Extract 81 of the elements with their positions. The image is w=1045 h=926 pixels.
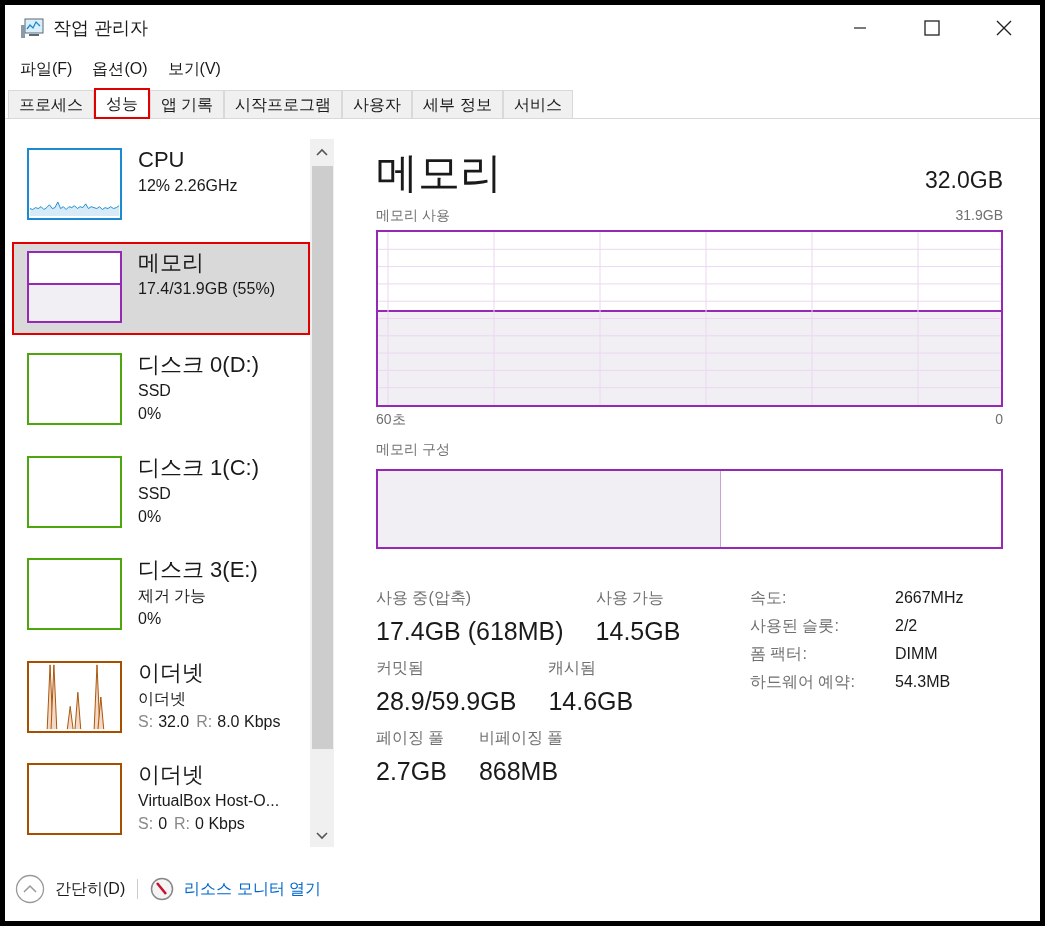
item-title: 디스크 3(E:): [138, 556, 258, 585]
stat-value: 868MB: [478, 756, 560, 787]
panel-title: 메모리: [376, 149, 502, 197]
stat-label: 사용 중(압축): [376, 588, 473, 608]
tab[interactable]: 서비스: [502, 90, 573, 118]
resource-monitor-link[interactable]: 리소스 모니터 열기: [184, 877, 322, 901]
property-value: DIMM: [895, 644, 939, 664]
rate-label: R:: [196, 711, 213, 732]
menu-item[interactable]: 파일(F): [15, 57, 78, 81]
sidebar-item[interactable]: 이더넷 이더넷 S: 32.0 R: 8.0 Kbps: [12, 651, 310, 746]
stat-label: 페이징 풀: [376, 728, 446, 748]
menu-item[interactable]: 보기(V): [162, 57, 226, 81]
item-detail: 17.4/31.9GB (55%): [138, 278, 275, 299]
item-title: 디스크 1(C:): [138, 453, 259, 482]
axis-label: 60초: [376, 410, 406, 429]
scrollbar[interactable]: [310, 139, 334, 847]
stat-label: 커밋됨: [376, 658, 425, 678]
item-detail: 제거 가능: [138, 586, 208, 607]
window-title: 작업 관리자: [53, 16, 148, 40]
chevron-up-icon: [15, 874, 45, 904]
stat-value: 17.4GB (618MB): [376, 616, 564, 647]
rate-value: 0: [158, 814, 168, 835]
monitor-icon: [20, 17, 44, 39]
rate-value: 32.0: [158, 711, 190, 732]
graph-label: 메모리 사용: [376, 206, 450, 225]
item-detail: 0%: [138, 404, 163, 425]
scroll-up-icon[interactable]: [316, 148, 328, 156]
item-title: 이더넷: [138, 658, 205, 687]
property-value: 2/2: [895, 616, 919, 636]
item-title: 디스크 0(D:): [138, 351, 259, 380]
property-value: 54.3MB: [895, 672, 952, 692]
sidebar-item[interactable]: CPU 12% 2.26GHz: [12, 139, 310, 233]
tab[interactable]: 사용자: [342, 90, 413, 118]
gauge-icon: [150, 877, 175, 901]
item-detail: VirtualBox Host-O...: [138, 791, 280, 812]
tab[interactable]: 앱 기록: [150, 90, 225, 118]
item-detail: 0%: [138, 609, 163, 630]
item-title: 이더넷: [138, 761, 205, 790]
tab[interactable]: 성능: [94, 88, 150, 119]
menu-item[interactable]: 옵션(O): [87, 57, 153, 81]
section-label: 메모리 구성: [376, 440, 451, 459]
axis-label: 0: [995, 410, 1003, 429]
sidebar-item[interactable]: 메모리 17.4/31.9GB (55%): [12, 241, 310, 336]
stat-label: 캐시됨: [548, 658, 598, 678]
property-label: 속도:: [750, 588, 788, 608]
item-detail: SSD: [138, 381, 172, 402]
property-label: 사용된 슬롯:: [750, 616, 840, 636]
item-title: 메모리: [138, 248, 205, 277]
rate-label: R:: [174, 814, 191, 835]
sidebar-item[interactable]: 디스크 1(C:) SSD 0%: [12, 446, 310, 541]
item-title: CPU: [138, 146, 186, 174]
stat-label: 비페이징 풀: [478, 728, 564, 748]
stat-value: 14.5GB: [595, 616, 681, 647]
sidebar-item[interactable]: 디스크 0(D:) SSD 0%: [12, 344, 310, 438]
tab[interactable]: 시작프로그램: [224, 90, 343, 118]
rate-value: 0 Kbps: [195, 814, 245, 835]
close-icon: [996, 20, 1012, 36]
item-detail: 0%: [138, 506, 163, 527]
item-detail: 이더넷: [138, 688, 187, 709]
rate-value: 8.0 Kbps: [217, 711, 281, 732]
stat-value: 2.7GB: [376, 756, 447, 787]
property-value: 2667MHz: [895, 588, 964, 608]
item-detail: SSD: [138, 483, 172, 504]
rate-label: S:: [138, 814, 154, 835]
maximize-icon: [924, 20, 940, 36]
item-detail: 12% 2.26GHz: [138, 176, 238, 196]
tab[interactable]: 프로세스: [8, 90, 94, 118]
graph-max: 31.9GB: [955, 206, 1003, 225]
sidebar-item[interactable]: 이더넷 VirtualBox Host-O... S: 0 R: 0 Kbps: [12, 754, 310, 849]
scroll-thumb[interactable]: [311, 166, 333, 749]
tab[interactable]: 세부 정보: [412, 90, 503, 118]
property-label: 폼 팩터:: [750, 644, 808, 664]
stat-value: 14.6GB: [548, 686, 634, 717]
stat-value: 28.9/59.9GB: [376, 686, 517, 717]
total-memory: 32.0GB: [925, 166, 1003, 195]
collapse-button[interactable]: 간단히(D): [15, 874, 126, 904]
scroll-down-icon[interactable]: [316, 832, 328, 840]
rate-label: S:: [138, 711, 154, 732]
sidebar-item[interactable]: 디스크 3(E:) 제거 가능 0%: [12, 549, 310, 643]
property-label: 하드웨어 예약:: [750, 672, 856, 692]
stat-label: 사용 가능: [595, 588, 666, 608]
